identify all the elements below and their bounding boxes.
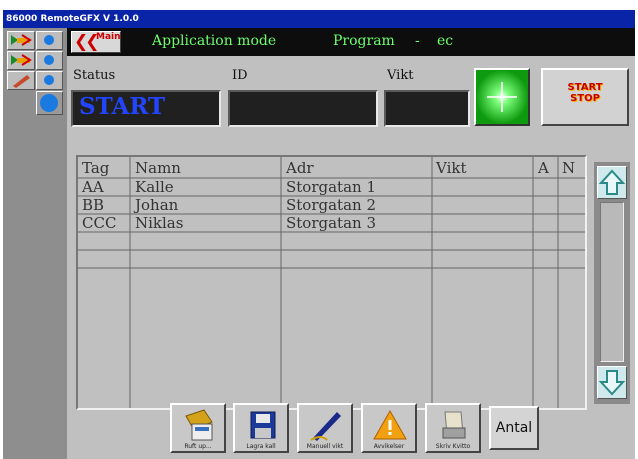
flag-arrow-icon [11, 34, 32, 46]
skriv-kvitto-label: Skriv Kvitto [435, 443, 471, 450]
vikt-label: Vikt [387, 68, 414, 83]
ruft-up-label: Ruft up... [184, 443, 212, 450]
program-separator: - [415, 33, 420, 49]
table-cell[interactable]: Storgatan 1 [286, 178, 376, 196]
lagra-label: Lagra kall [246, 443, 276, 450]
floppy-disk-icon [250, 411, 276, 439]
antal-button[interactable]: Antal [489, 406, 539, 450]
start-stop-button[interactable]: START STOP [541, 68, 629, 126]
window-title: 86000 RemoteGFX V 1.0.0 [3, 10, 635, 28]
column-header-namn: Namn [135, 159, 181, 177]
column-header-n: N [562, 159, 576, 177]
table-cell[interactable]: Kalle [135, 178, 174, 196]
table-cell[interactable]: Storgatan 3 [286, 214, 376, 232]
status-field: START [71, 90, 221, 127]
column-header-adr: Adr [286, 159, 314, 177]
avvikelser-label: Avvikelser [373, 443, 405, 450]
flag-arrow-icon [11, 54, 32, 66]
lagra-button[interactable]: Lagra kall [233, 403, 289, 453]
circle-button-2[interactable] [36, 51, 63, 70]
id-label: ID [232, 68, 248, 83]
id-field [228, 90, 378, 127]
scroll-up-button[interactable] [597, 166, 627, 199]
status-value: START [79, 93, 166, 120]
column-header-tag: Tag [82, 159, 110, 177]
printer-icon [442, 411, 466, 439]
pencil-icon [13, 75, 30, 88]
circle-blue-icon [44, 55, 54, 65]
column-header-a: A [538, 159, 549, 177]
program-label: Program [333, 33, 395, 49]
circle-button-4[interactable] [36, 91, 63, 115]
skriv-kvitto-button[interactable]: Skriv Kvitto [425, 403, 481, 453]
avvikelser-button[interactable]: Avvikelser [361, 403, 417, 453]
table-cell[interactable]: BB [82, 196, 104, 214]
main-button[interactable]: ❮❮ Main [71, 31, 121, 53]
left-toolbar [3, 28, 67, 459]
flag-arrow-button-1[interactable] [7, 31, 35, 50]
bottom-toolbar: Ruft up... Lagra kall Manuell vikt Avvik… [3, 403, 635, 459]
flag-arrow-button-2[interactable] [7, 51, 35, 70]
circle-blue-icon [44, 35, 54, 45]
pen-icon [310, 412, 341, 441]
table-cell[interactable]: Johan [135, 196, 178, 214]
table-cell[interactable]: Storgatan 2 [286, 196, 376, 214]
application-mode-label: Application mode [152, 33, 277, 49]
circle-blue-icon [40, 94, 58, 112]
main-button-label: Main [96, 32, 121, 42]
table-cell[interactable]: CCC [82, 214, 116, 232]
table-scrollbar [594, 162, 630, 404]
application-window: 86000 RemoteGFX V 1.0.0 ❮❮ Main Applicat… [3, 10, 635, 459]
double-chevron-left-icon: ❮❮ [74, 32, 99, 52]
vikt-field [384, 90, 470, 127]
manuell-vikt-button[interactable]: Manuell vikt [297, 403, 353, 453]
table-cell[interactable]: AA [82, 178, 104, 196]
circle-button-1[interactable] [36, 31, 63, 50]
folder-icon [185, 409, 213, 441]
circle-blue-icon [44, 75, 54, 85]
status-label: Status [73, 68, 116, 83]
scroll-track[interactable] [600, 202, 624, 362]
scroll-down-button[interactable] [597, 366, 627, 399]
ruft-up-button[interactable]: Ruft up... [170, 403, 226, 453]
pencil-button[interactable] [7, 71, 35, 90]
start-stop-line2: STOP [570, 93, 600, 104]
arrow-down-icon [598, 370, 626, 396]
records-table: Tag Namn Adr Vikt A N AA Kalle Storgatan… [76, 155, 587, 410]
arrow-up-icon [598, 169, 626, 195]
start-stop-line1: START [567, 82, 603, 93]
program-value: ec [437, 33, 454, 49]
manuell-vikt-label: Manuell vikt [306, 443, 344, 450]
table-cell[interactable]: Niklas [135, 214, 183, 232]
green-light-icon [476, 70, 528, 124]
column-header-vikt: Vikt [436, 159, 467, 177]
circle-button-3[interactable] [36, 71, 63, 90]
warning-icon [373, 409, 407, 440]
mode-bar: ❮❮ Main Application mode Program - ec [67, 28, 635, 56]
status-indicator-light [474, 68, 530, 126]
